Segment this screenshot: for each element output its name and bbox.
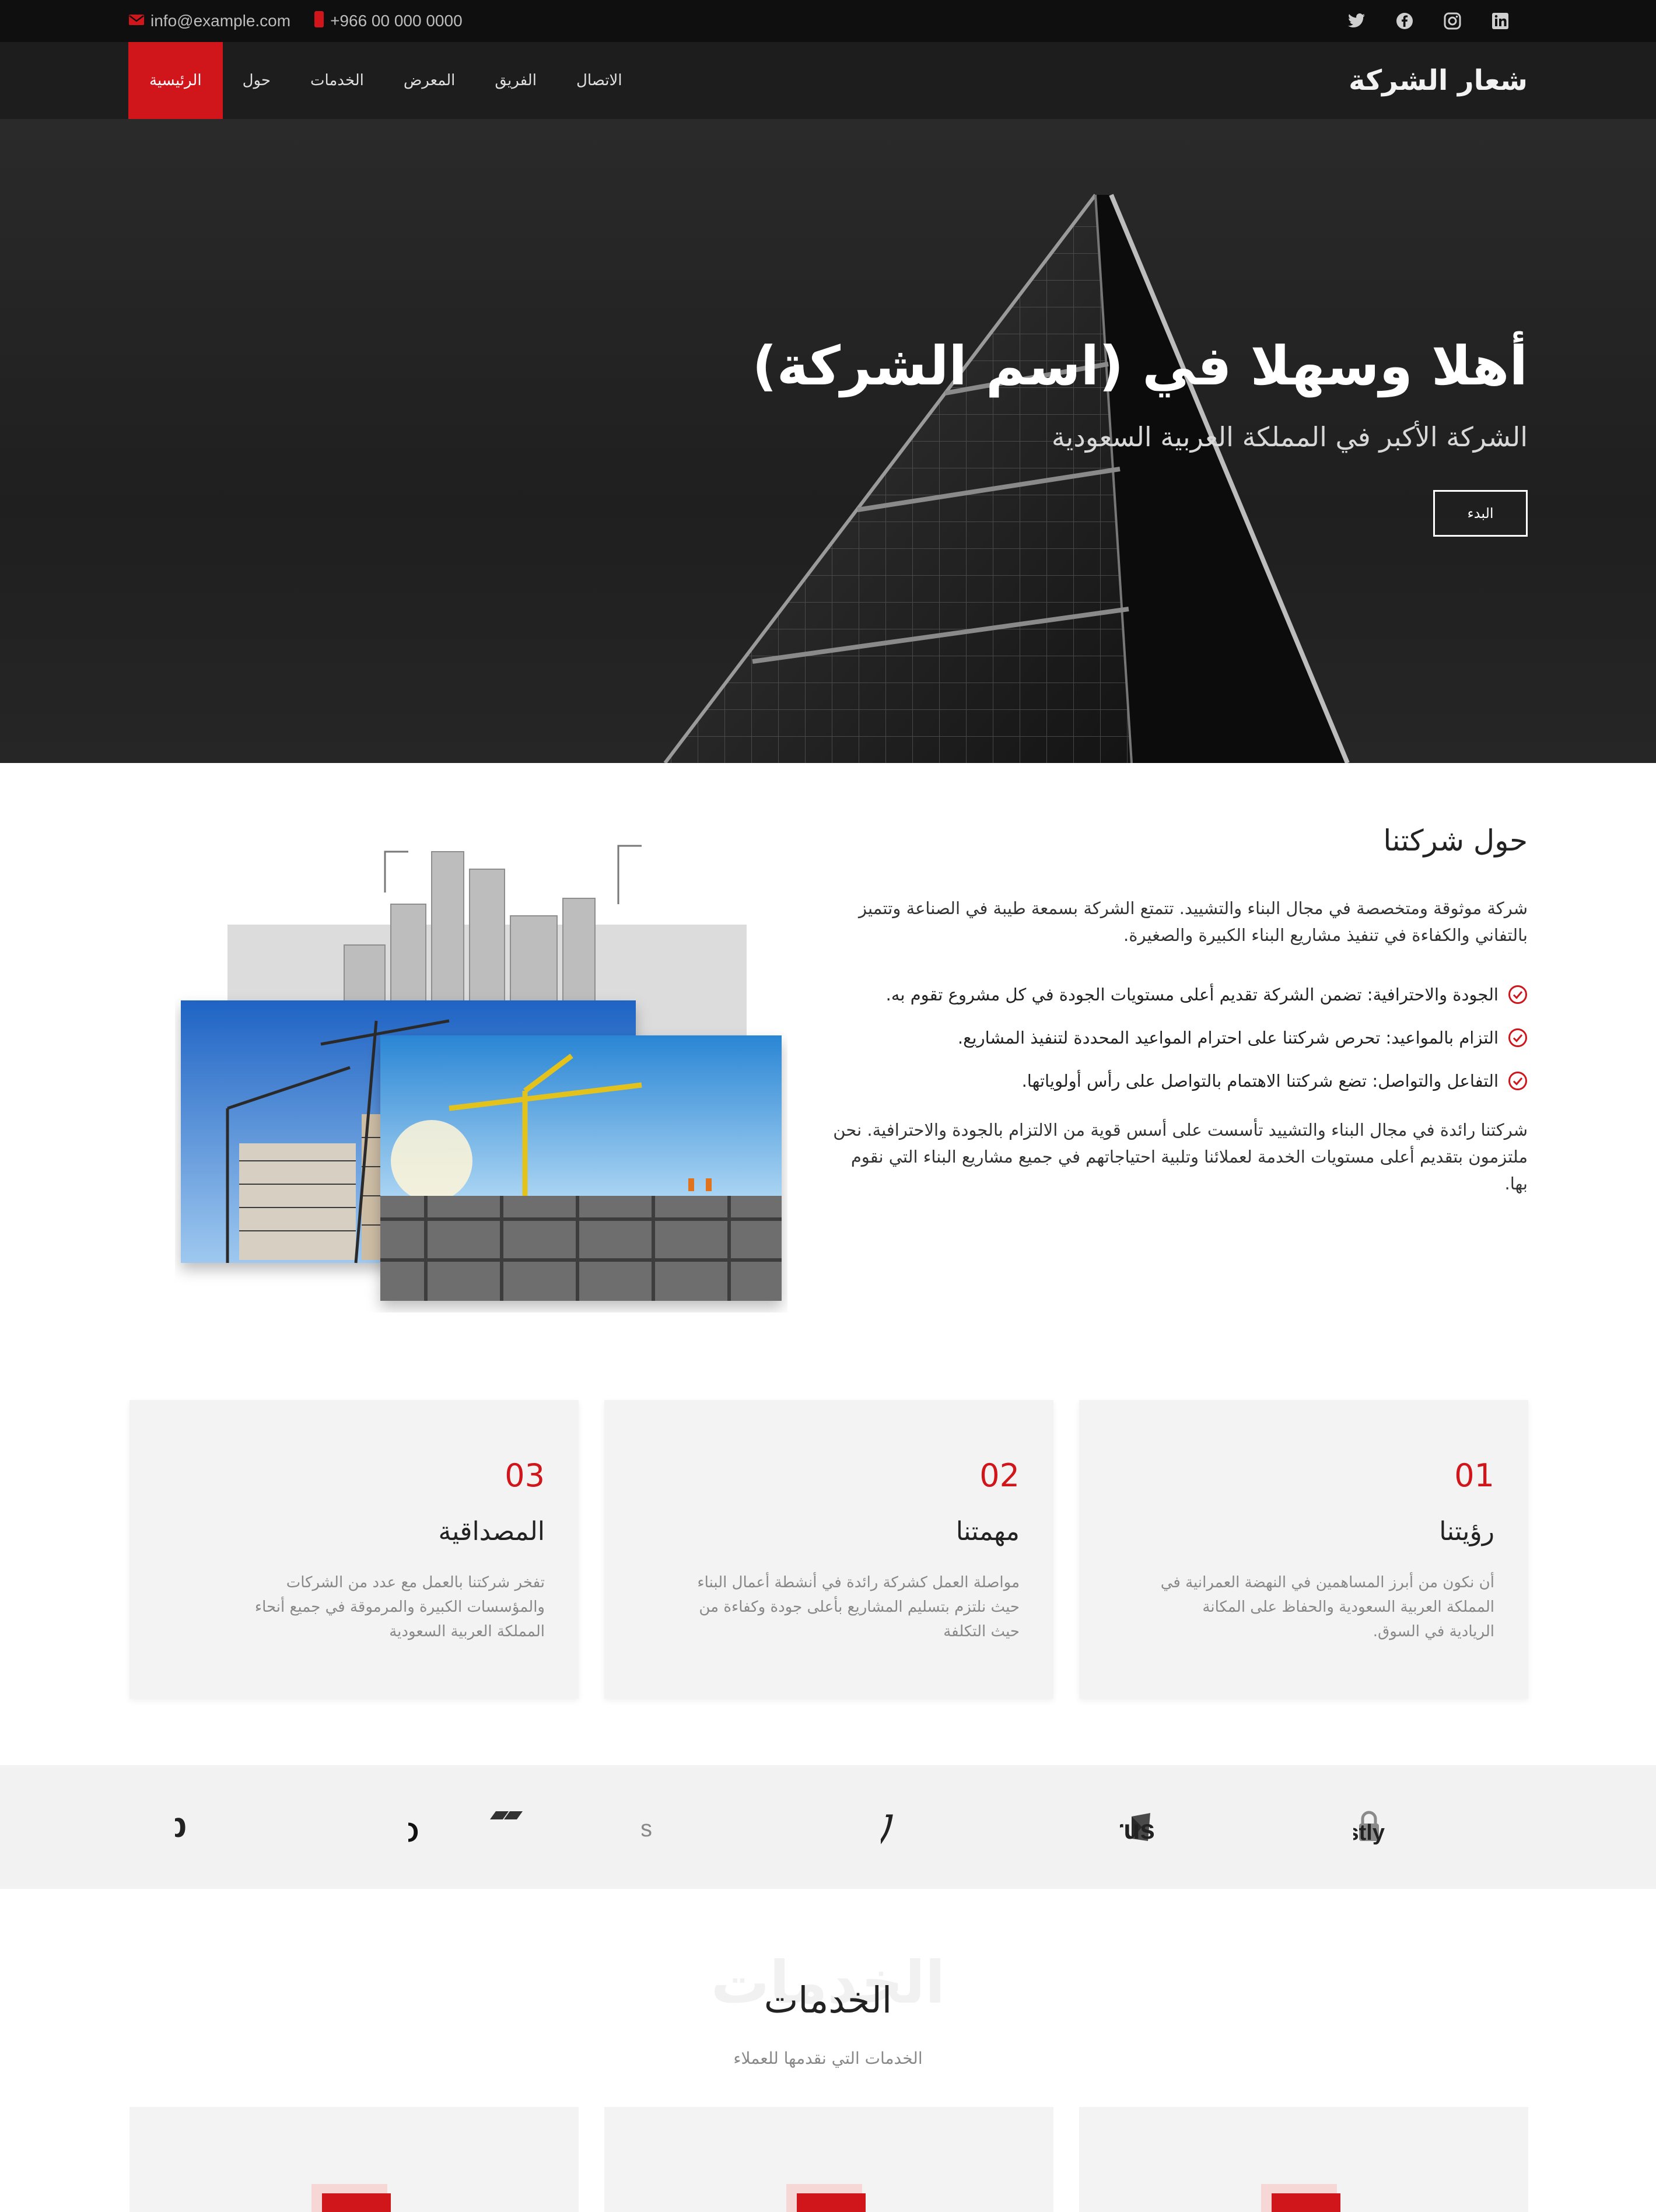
services-title: الخدمات: [764, 1979, 892, 2021]
linkedin-icon[interactable]: [1491, 12, 1510, 30]
svg-text:myob: myob: [175, 1805, 187, 1845]
svg-text:LifeGroups: LifeGroups: [642, 1816, 652, 1842]
client-logo-trustly: Trustly: [1353, 1765, 1493, 1889]
service-icon: [1272, 2193, 1340, 2212]
hero-subtitle: الشركة الأكبر في المملكة العربية السعودي…: [1051, 421, 1528, 453]
facebook-icon[interactable]: [1395, 12, 1414, 30]
service-card[interactable]: [1079, 2107, 1528, 2212]
service-icon: [322, 2193, 391, 2212]
svg-text:BELIMO: BELIMO: [408, 1817, 419, 1847]
contact-phone[interactable]: +966 00 000 0000: [314, 10, 463, 32]
feature-title: المصداقية: [438, 1517, 545, 1546]
top-bar: info@example.com +966 00 000 0000: [0, 0, 1656, 42]
nav-item-gallery[interactable]: المعرض: [384, 42, 475, 119]
list-item-text: الجودة والاحترافية: تضمن الشركة تقديم أع…: [885, 985, 1499, 1005]
feature-number: 01: [1454, 1457, 1494, 1494]
feature-text: أن نكون من أبرز المساهمين في النهضة العم…: [1160, 1574, 1494, 1640]
main-menu: الرئيسية حول الخدمات المعرض الفريق الاتص…: [128, 42, 642, 119]
feature-title: مهمتنا: [955, 1517, 1020, 1546]
service-card[interactable]: [604, 2107, 1053, 2212]
about-paragraph-1: شركة موثوقة ومتخصصة في مجال البناء والتش…: [859, 898, 1528, 945]
clients-strip: Trustly citrus Lilly LifeGroups BELIMO m…: [0, 1765, 1656, 1889]
svg-text:citrus: citrus: [1120, 1814, 1155, 1845]
list-item-text: التفاعل والتواصل: تضع شركتنا الاهتمام با…: [1021, 1071, 1499, 1091]
svg-text:Trustly: Trustly: [1353, 1821, 1385, 1845]
client-logo-lilly: Lilly: [881, 1765, 1021, 1889]
check-circle-icon: [1508, 1028, 1528, 1048]
twitter-icon[interactable]: [1347, 12, 1366, 30]
email-text: info@example.com: [150, 12, 291, 30]
company-logo[interactable]: شعار الشركة: [1349, 42, 1528, 119]
services-subtitle: الخدمات التي نقدمها للعملاء: [733, 2049, 923, 2068]
check-circle-icon: [1508, 1071, 1528, 1091]
feature-card-credibility: 03 المصداقية تفخر شركتنا بالعمل مع عدد م…: [129, 1400, 579, 1699]
feature-card-vision: 01 رؤيتنا أن نكون من أبرز المساهمين في ا…: [1079, 1400, 1528, 1699]
envelope-icon: [128, 12, 145, 30]
list-item-text: التزام بالمواعيد: تحرص شركتنا على احترام…: [957, 1028, 1499, 1048]
list-item: الجودة والاحترافية: تضمن الشركة تقديم أع…: [828, 973, 1528, 1016]
instagram-icon[interactable]: [1443, 12, 1462, 30]
svg-text:Lilly: Lilly: [881, 1795, 893, 1853]
social-links: [1347, 0, 1510, 42]
client-logo-belimo: BELIMO: [408, 1765, 548, 1889]
nav-item-home[interactable]: الرئيسية: [128, 42, 223, 119]
nav-item-team[interactable]: الفريق: [475, 42, 556, 119]
feature-card-mission: 02 مهمتنا مواصلة العمل كشركة رائدة في أن…: [604, 1400, 1053, 1699]
check-circle-icon: [1508, 985, 1528, 1005]
contact-email[interactable]: info@example.com: [128, 12, 290, 30]
feature-title: رؤيتنا: [1439, 1517, 1494, 1546]
about-title: حول شركتنا: [1383, 824, 1528, 858]
about-collage-image: [181, 845, 782, 1301]
service-card[interactable]: [129, 2107, 579, 2212]
main-navbar: شعار الشركة الرئيسية حول الخدمات المعرض …: [0, 42, 1656, 119]
hero-title: أهلا وسهلا في (اسم الشركة): [752, 335, 1528, 397]
start-button[interactable]: البدء: [1433, 490, 1528, 537]
mobile-phone-icon: [314, 10, 324, 32]
contact-info: info@example.com +966 00 000 0000: [128, 0, 463, 42]
client-logo-lifegroups: LifeGroups: [642, 1765, 782, 1889]
feature-text: تفخر شركتنا بالعمل مع عدد من الشركات وال…: [254, 1574, 545, 1640]
about-paragraph-2: شركتنا رائدة في مجال البناء والتشييد تأس…: [833, 1120, 1528, 1194]
client-logo-citrus: citrus: [1120, 1765, 1272, 1889]
nav-item-contact[interactable]: الاتصال: [556, 42, 642, 119]
about-features-list: الجودة والاحترافية: تضمن الشركة تقديم أع…: [828, 973, 1528, 1102]
phone-text: +966 00 000 0000: [330, 12, 463, 30]
feature-number: 03: [505, 1457, 545, 1494]
list-item: التزام بالمواعيد: تحرص شركتنا على احترام…: [828, 1016, 1528, 1059]
feature-text: مواصلة العمل كشركة رائدة في أنشطة أعمال …: [697, 1574, 1020, 1640]
feature-number: 02: [979, 1457, 1020, 1494]
service-icon: [797, 2193, 866, 2212]
list-item: التفاعل والتواصل: تضع شركتنا الاهتمام با…: [828, 1059, 1528, 1102]
hero-section: أهلا وسهلا في (اسم الشركة) الشركة الأكبر…: [0, 119, 1656, 763]
client-logo-myob: myob: [175, 1765, 303, 1889]
nav-item-services[interactable]: الخدمات: [290, 42, 384, 119]
nav-item-about[interactable]: حول: [223, 42, 290, 119]
